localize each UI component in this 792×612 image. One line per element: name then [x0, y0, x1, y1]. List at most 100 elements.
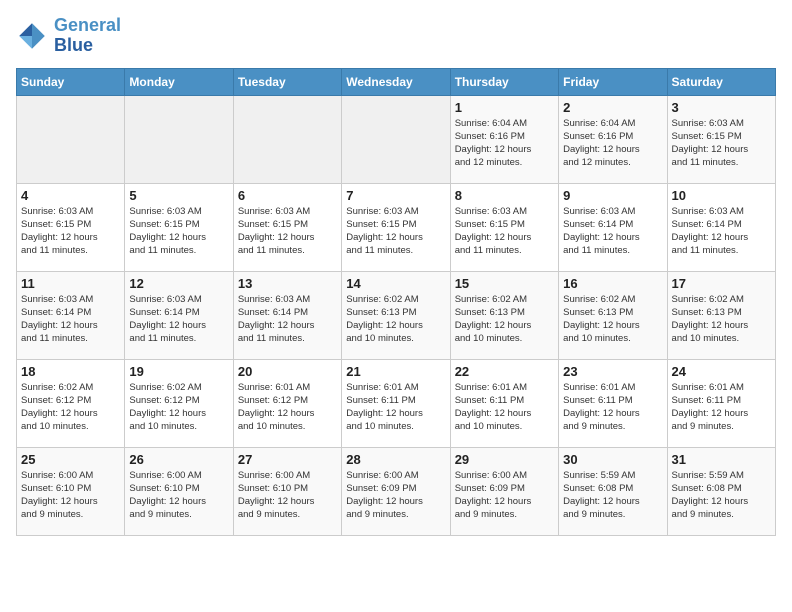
day-number: 1	[455, 100, 554, 115]
day-info: Sunrise: 6:03 AM Sunset: 6:15 PM Dayligh…	[238, 205, 337, 258]
calendar-cell: 2Sunrise: 6:04 AM Sunset: 6:16 PM Daylig…	[559, 95, 667, 183]
day-number: 17	[672, 276, 771, 291]
calendar-cell: 5 Sunrise: 6:03 AM Sunset: 6:15 PM Daylig…	[125, 183, 233, 271]
weekday-header-row: SundayMondayTuesdayWednesdayThursdayFrid…	[17, 68, 776, 95]
day-info: Sunrise: 6:03 AM Sunset: 6:15 PM Dayligh…	[346, 205, 445, 258]
day-number: 28	[346, 452, 445, 467]
day-number: 5	[129, 188, 228, 203]
calendar-cell: 28 Sunrise: 6:00 AM Sunset: 6:09 PM Dayli…	[342, 447, 450, 535]
day-number: 26	[129, 452, 228, 467]
day-info: Sunrise: 6:00 AM Sunset: 6:09 PM Dayligh…	[455, 469, 554, 522]
calendar-cell: 24 Sunrise: 6:01 AM Sunset: 6:11 PM Dayli…	[667, 359, 775, 447]
weekday-header-sunday: Sunday	[17, 68, 125, 95]
calendar-cell: 7 Sunrise: 6:03 AM Sunset: 6:15 PM Daylig…	[342, 183, 450, 271]
weekday-header-monday: Monday	[125, 68, 233, 95]
calendar-cell: 12Sunrise: 6:03 AM Sunset: 6:14 PM Dayli…	[125, 271, 233, 359]
weekday-header-friday: Friday	[559, 68, 667, 95]
calendar-cell	[125, 95, 233, 183]
day-info: Sunrise: 6:00 AM Sunset: 6:10 PM Dayligh…	[238, 469, 337, 522]
day-number: 19	[129, 364, 228, 379]
calendar-cell	[17, 95, 125, 183]
day-info: Sunrise: 6:02 AM Sunset: 6:13 PM Dayligh…	[563, 293, 662, 346]
calendar-cell: 21 Sunrise: 6:01 AM Sunset: 6:11 PM Dayli…	[342, 359, 450, 447]
calendar-cell	[342, 95, 450, 183]
day-info: Sunrise: 6:03 AM Sunset: 6:15 PM Dayligh…	[455, 205, 554, 258]
calendar-cell	[233, 95, 341, 183]
day-number: 9	[563, 188, 662, 203]
day-info: Sunrise: 6:01 AM Sunset: 6:11 PM Dayligh…	[346, 381, 445, 434]
day-info: Sunrise: 5:59 AM Sunset: 6:08 PM Dayligh…	[563, 469, 662, 522]
calendar-cell: 29Sunrise: 6:00 AM Sunset: 6:09 PM Dayli…	[450, 447, 558, 535]
day-info: Sunrise: 6:01 AM Sunset: 6:12 PM Dayligh…	[238, 381, 337, 434]
day-number: 13	[238, 276, 337, 291]
calendar-week-row: 18 Sunrise: 6:02 AM Sunset: 6:12 PM Dayli…	[17, 359, 776, 447]
day-info: Sunrise: 6:02 AM Sunset: 6:12 PM Dayligh…	[21, 381, 120, 434]
day-info: Sunrise: 6:01 AM Sunset: 6:11 PM Dayligh…	[672, 381, 771, 434]
day-number: 15	[455, 276, 554, 291]
day-info: Sunrise: 6:00 AM Sunset: 6:10 PM Dayligh…	[129, 469, 228, 522]
calendar-cell: 18 Sunrise: 6:02 AM Sunset: 6:12 PM Dayli…	[17, 359, 125, 447]
weekday-header-saturday: Saturday	[667, 68, 775, 95]
day-number: 18	[21, 364, 120, 379]
calendar-cell: 26 Sunrise: 6:00 AM Sunset: 6:10 PM Dayli…	[125, 447, 233, 535]
calendar-week-row: 4 Sunrise: 6:03 AM Sunset: 6:15 PM Daylig…	[17, 183, 776, 271]
day-number: 2	[563, 100, 662, 115]
day-number: 10	[672, 188, 771, 203]
calendar-cell: 22Sunrise: 6:01 AM Sunset: 6:11 PM Dayli…	[450, 359, 558, 447]
day-info: Sunrise: 6:04 AM Sunset: 6:16 PM Dayligh…	[455, 117, 554, 170]
day-number: 7	[346, 188, 445, 203]
logo: General Blue	[16, 16, 121, 56]
day-number: 24	[672, 364, 771, 379]
calendar-cell: 9 Sunrise: 6:03 AM Sunset: 6:14 PM Daylig…	[559, 183, 667, 271]
calendar-cell: 17Sunrise: 6:02 AM Sunset: 6:13 PM Dayli…	[667, 271, 775, 359]
day-number: 27	[238, 452, 337, 467]
calendar-cell: 1 Sunrise: 6:04 AM Sunset: 6:16 PM Daylig…	[450, 95, 558, 183]
day-info: Sunrise: 6:03 AM Sunset: 6:14 PM Dayligh…	[21, 293, 120, 346]
day-number: 3	[672, 100, 771, 115]
day-info: Sunrise: 6:03 AM Sunset: 6:14 PM Dayligh…	[238, 293, 337, 346]
day-number: 11	[21, 276, 120, 291]
day-info: Sunrise: 6:03 AM Sunset: 6:14 PM Dayligh…	[563, 205, 662, 258]
weekday-header-thursday: Thursday	[450, 68, 558, 95]
day-info: Sunrise: 6:02 AM Sunset: 6:13 PM Dayligh…	[346, 293, 445, 346]
calendar-cell: 30Sunrise: 5:59 AM Sunset: 6:08 PM Dayli…	[559, 447, 667, 535]
calendar-cell: 6 Sunrise: 6:03 AM Sunset: 6:15 PM Daylig…	[233, 183, 341, 271]
calendar-cell: 10 Sunrise: 6:03 AM Sunset: 6:14 PM Dayli…	[667, 183, 775, 271]
calendar-cell: 8 Sunrise: 6:03 AM Sunset: 6:15 PM Daylig…	[450, 183, 558, 271]
calendar-cell: 11 Sunrise: 6:03 AM Sunset: 6:14 PM Dayli…	[17, 271, 125, 359]
day-number: 8	[455, 188, 554, 203]
calendar-table: SundayMondayTuesdayWednesdayThursdayFrid…	[16, 68, 776, 536]
calendar-cell: 23 Sunrise: 6:01 AM Sunset: 6:11 PM Dayli…	[559, 359, 667, 447]
day-info: Sunrise: 6:03 AM Sunset: 6:15 PM Dayligh…	[129, 205, 228, 258]
weekday-header-tuesday: Tuesday	[233, 68, 341, 95]
day-info: Sunrise: 6:02 AM Sunset: 6:13 PM Dayligh…	[455, 293, 554, 346]
page-header: General Blue	[16, 16, 776, 56]
calendar-cell: 20 Sunrise: 6:01 AM Sunset: 6:12 PM Dayli…	[233, 359, 341, 447]
day-info: Sunrise: 6:03 AM Sunset: 6:14 PM Dayligh…	[672, 205, 771, 258]
day-number: 6	[238, 188, 337, 203]
calendar-cell: 3Sunrise: 6:03 AM Sunset: 6:15 PM Daylig…	[667, 95, 775, 183]
calendar-cell: 25 Sunrise: 6:00 AM Sunset: 6:10 PM Dayli…	[17, 447, 125, 535]
day-info: Sunrise: 6:03 AM Sunset: 6:15 PM Dayligh…	[21, 205, 120, 258]
logo-text: General Blue	[54, 16, 121, 56]
calendar-cell: 15 Sunrise: 6:02 AM Sunset: 6:13 PM Dayli…	[450, 271, 558, 359]
day-number: 23	[563, 364, 662, 379]
day-info: Sunrise: 6:01 AM Sunset: 6:11 PM Dayligh…	[563, 381, 662, 434]
weekday-header-wednesday: Wednesday	[342, 68, 450, 95]
day-number: 20	[238, 364, 337, 379]
calendar-cell: 14Sunrise: 6:02 AM Sunset: 6:13 PM Dayli…	[342, 271, 450, 359]
day-number: 4	[21, 188, 120, 203]
calendar-week-row: 1 Sunrise: 6:04 AM Sunset: 6:16 PM Daylig…	[17, 95, 776, 183]
day-number: 25	[21, 452, 120, 467]
calendar-cell: 13 Sunrise: 6:03 AM Sunset: 6:14 PM Dayli…	[233, 271, 341, 359]
calendar-week-row: 25 Sunrise: 6:00 AM Sunset: 6:10 PM Dayli…	[17, 447, 776, 535]
calendar-cell: 19Sunrise: 6:02 AM Sunset: 6:12 PM Dayli…	[125, 359, 233, 447]
day-number: 31	[672, 452, 771, 467]
day-info: Sunrise: 6:03 AM Sunset: 6:14 PM Dayligh…	[129, 293, 228, 346]
calendar-week-row: 11 Sunrise: 6:03 AM Sunset: 6:14 PM Dayli…	[17, 271, 776, 359]
day-info: Sunrise: 6:00 AM Sunset: 6:09 PM Dayligh…	[346, 469, 445, 522]
calendar-cell: 16Sunrise: 6:02 AM Sunset: 6:13 PM Dayli…	[559, 271, 667, 359]
day-number: 21	[346, 364, 445, 379]
calendar-cell: 4 Sunrise: 6:03 AM Sunset: 6:15 PM Daylig…	[17, 183, 125, 271]
day-info: Sunrise: 6:00 AM Sunset: 6:10 PM Dayligh…	[21, 469, 120, 522]
